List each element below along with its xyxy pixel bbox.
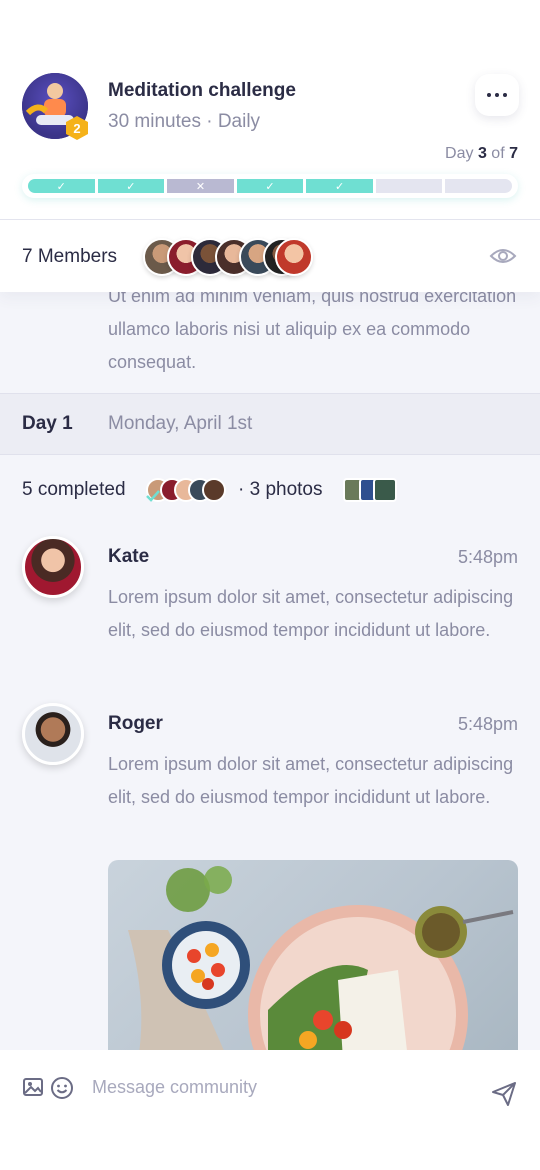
post-author[interactable]: Roger xyxy=(108,713,163,735)
check-icon xyxy=(146,490,160,502)
day-separator: Day 1 Monday, April 1st xyxy=(0,393,540,455)
members-label[interactable]: 7 Members xyxy=(22,246,117,268)
photo-thumbnail xyxy=(373,478,397,502)
more-dots-icon xyxy=(487,93,491,97)
completed-count[interactable]: 5 completed xyxy=(22,479,126,501)
post-text: Lorem ipsum dolor sit amet, consectetur … xyxy=(108,587,514,640)
post-text: Lorem ipsum dolor sit amet, consectetur … xyxy=(108,754,514,807)
day-date: Monday, April 1st xyxy=(108,413,253,434)
progress-segment-day-1: ✓ xyxy=(28,179,95,193)
avatar[interactable] xyxy=(22,536,84,598)
day-progress-label: Day 3 of 7 xyxy=(445,145,518,162)
avatar xyxy=(202,478,226,502)
svg-text:2: 2 xyxy=(73,121,80,136)
photos-count[interactable]: · 3 photos xyxy=(238,479,323,501)
send-icon[interactable] xyxy=(490,1080,518,1108)
progress-segment-day-3: ✕ xyxy=(167,179,234,193)
challenge-title: Meditation challenge xyxy=(108,80,296,101)
challenge-subtitle: 30 minutes · Daily xyxy=(108,111,261,132)
avatar xyxy=(275,238,313,276)
post-time: 5:48pm xyxy=(457,714,518,734)
progress-segment-day-2: ✓ xyxy=(97,179,165,193)
emoji-icon[interactable] xyxy=(50,1076,74,1100)
post-photo[interactable] xyxy=(108,860,518,1060)
progress-segment-day-4: ✓ xyxy=(236,179,304,193)
more-menu-button[interactable] xyxy=(475,74,519,116)
challenge-avatar[interactable]: 2 xyxy=(22,73,88,140)
avatar[interactable] xyxy=(22,703,84,765)
message-input[interactable] xyxy=(92,1073,462,1101)
day-label: Day 1 xyxy=(22,413,73,434)
progress-segment-day-6 xyxy=(375,179,443,193)
post-author[interactable]: Kate xyxy=(108,546,149,568)
level-badge-icon: 2 xyxy=(66,116,88,140)
progress-segment-day-7 xyxy=(445,179,513,193)
challenge-header: 2 Meditation challenge 30 minutes · Dail… xyxy=(0,0,540,292)
image-icon[interactable] xyxy=(22,1076,44,1098)
previous-post-text: Ut enim ad minim veniam, quis nostrud ex… xyxy=(108,286,517,372)
divider xyxy=(0,219,540,220)
eye-icon[interactable] xyxy=(489,246,517,266)
challenge-progress-bar: ✓ ✓ ✕ ✓ ✓ xyxy=(22,174,518,198)
message-composer xyxy=(0,1050,540,1170)
progress-segment-day-5: ✓ xyxy=(306,179,373,193)
post-time: 5:48pm xyxy=(457,547,518,567)
